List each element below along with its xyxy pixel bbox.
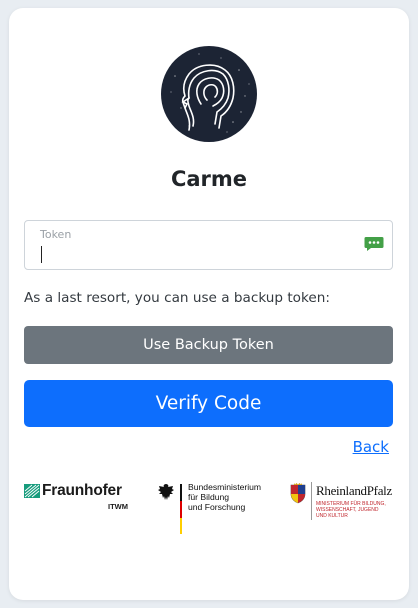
back-link[interactable]: Back [353,438,389,456]
sms-icon [364,237,384,251]
token-input[interactable] [37,243,343,265]
rlp-logo: RheinlandPfalz MINISTERIUM FÜR BILDUNG, … [289,482,394,536]
page-title: Carme [170,167,248,191]
german-flag-bar [180,484,182,534]
login-card: Carme Token As a last resort, you can us… [9,8,409,600]
bmbf-line: für Bildung [188,492,230,502]
fraunhofer-sub: ITWM [108,502,128,511]
fraunhofer-mark-icon [24,484,40,498]
fraunhofer-name: Fraunhofer [42,482,122,499]
bmbf-line: Bundesministerium [188,482,262,492]
rlp-ministry: MINISTERIUM FÜR BILDUNG, WISSENSCHAFT, J… [316,501,386,520]
bmbf-logo: Bundesministerium für Bildung und Forsch… [156,480,271,542]
rlp-name: RheinlandPfalz [316,483,392,498]
use-backup-token-button[interactable]: Use Backup Token [24,326,393,364]
token-field[interactable]: Token [24,220,393,270]
backup-hint: As a last resort, you can use a backup t… [24,290,330,306]
text-caret [41,246,42,263]
partner-logos: Fraunhofer ITWM Bundesministerium für Bi… [24,480,394,542]
bmbf-line: und Forschung [188,502,246,512]
carme-logo [161,46,257,142]
rlp-line: UND KULTUR [316,513,348,520]
verify-code-button[interactable]: Verify Code [24,380,393,427]
rlp-separator [311,482,312,520]
token-label: Token [40,228,72,241]
rlp-crest-icon [290,483,306,504]
fraunhofer-logo: Fraunhofer ITWM [24,480,134,516]
federal-eagle-icon [158,484,174,500]
bmbf-text: Bundesministerium für Bildung und Forsch… [188,482,261,512]
